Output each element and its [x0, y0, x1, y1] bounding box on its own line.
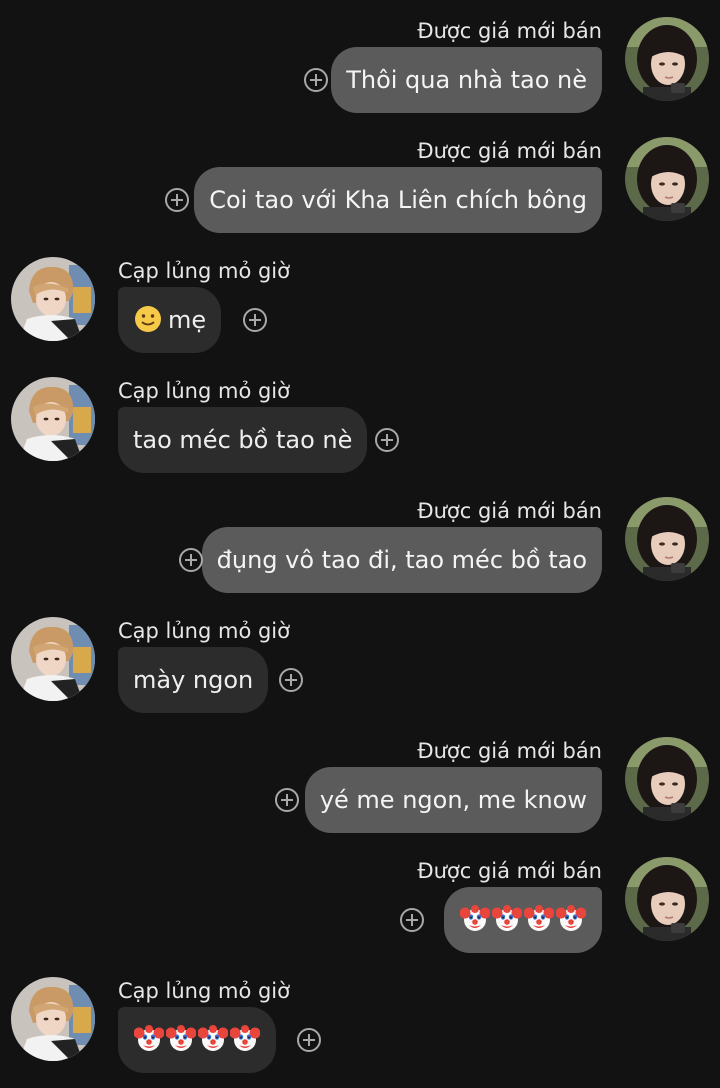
message-text: Thôi qua nhà tao nè [346, 66, 587, 94]
clown-face-icon [198, 1024, 228, 1054]
avatar-photo [11, 977, 95, 1061]
message-row: Được giá mới bán [0, 857, 720, 967]
clown-face-icon [166, 1024, 196, 1054]
message-bubble[interactable]: Coi tao với Kha Liên chích bông [194, 167, 602, 233]
avatar-photo [11, 377, 95, 461]
sender-avatar[interactable] [11, 977, 95, 1061]
sender-avatar[interactable] [11, 377, 95, 461]
message-bubble[interactable]: mày ngon [118, 647, 269, 713]
message-text: tao méc bồ tao nè [133, 426, 353, 454]
avatar-photo [625, 497, 709, 581]
sender-name: Cạp lủng mỏ giờ [118, 379, 290, 403]
add-reaction-icon[interactable] [400, 908, 424, 932]
sender-name: Được giá mới bán [417, 859, 602, 883]
sender-name: Được giá mới bán [417, 19, 602, 43]
sender-name: Cạp lủng mỏ giờ [118, 979, 290, 1003]
sender-name: Cạp lủng mỏ giờ [118, 619, 290, 643]
sender-avatar[interactable] [625, 137, 709, 221]
message-row: Được giá mới bán Coi tao với Kha Liên ch… [0, 137, 720, 247]
message-bubble[interactable]: yé me ngon, me know [304, 767, 602, 833]
message-row: Cạp lủng mỏ giờ [0, 977, 720, 1087]
add-reaction-icon[interactable] [304, 68, 328, 92]
message-row: Được giá mới bán Thôi qua nhà tao nè [0, 17, 720, 127]
add-reaction-icon[interactable] [165, 188, 189, 212]
sender-name: Được giá mới bán [417, 739, 602, 763]
message-text: mày ngon [133, 666, 254, 694]
avatar-photo [11, 257, 95, 341]
sender-avatar[interactable] [625, 737, 709, 821]
sender-name: Được giá mới bán [417, 499, 602, 523]
message-text: mẹ [168, 306, 207, 334]
avatar-photo [625, 17, 709, 101]
clown-face-icon [460, 904, 490, 934]
message-row: Cạp lủng mỏ giờ mẹ [0, 257, 720, 367]
sender-avatar[interactable] [625, 17, 709, 101]
message-text: đụng vô tao đi, tao méc bồ tao [216, 546, 587, 574]
message-row: Cạp lủng mỏ giờ mày ngon [0, 617, 720, 727]
add-reaction-icon[interactable] [297, 1028, 321, 1052]
sender-name: Cạp lủng mỏ giờ [118, 259, 290, 283]
clown-face-icon [492, 904, 522, 934]
avatar-photo [625, 857, 709, 941]
add-reaction-icon[interactable] [279, 668, 303, 692]
add-reaction-icon[interactable] [375, 428, 399, 452]
sender-name: Được giá mới bán [417, 139, 602, 163]
message-row: Được giá mới bán yé me ngon, me know [0, 737, 720, 847]
clown-face-icon [556, 904, 586, 934]
message-row: Cạp lủng mỏ giờ tao méc bồ tao nè [0, 377, 720, 487]
message-bubble[interactable] [118, 1007, 276, 1073]
sender-avatar[interactable] [625, 497, 709, 581]
add-reaction-icon[interactable] [275, 788, 299, 812]
message-text: yé me ngon, me know [319, 786, 587, 814]
message-row: Được giá mới bán đụng vô tao đi, tao méc… [0, 497, 720, 607]
add-reaction-icon[interactable] [179, 548, 203, 572]
avatar-photo [625, 137, 709, 221]
clown-face-icon [524, 904, 554, 934]
slightly-smiling-face-icon [133, 304, 163, 334]
message-bubble[interactable]: Thôi qua nhà tao nè [331, 47, 602, 113]
clown-face-icon [134, 1024, 164, 1054]
sender-avatar[interactable] [11, 617, 95, 701]
chat-thread[interactable]: Được giá mới bán Thôi qua nhà tao nè Đượ… [0, 0, 720, 1088]
message-bubble[interactable]: đụng vô tao đi, tao méc bồ tao [201, 527, 602, 593]
message-bubble[interactable] [444, 887, 602, 953]
avatar-photo [625, 737, 709, 821]
sender-avatar[interactable] [11, 257, 95, 341]
message-bubble[interactable]: tao méc bồ tao nè [118, 407, 368, 473]
avatar-photo [11, 617, 95, 701]
message-text: Coi tao với Kha Liên chích bông [209, 186, 587, 214]
message-bubble[interactable]: mẹ [118, 287, 222, 353]
sender-avatar[interactable] [625, 857, 709, 941]
add-reaction-icon[interactable] [243, 308, 267, 332]
clown-face-icon [230, 1024, 260, 1054]
